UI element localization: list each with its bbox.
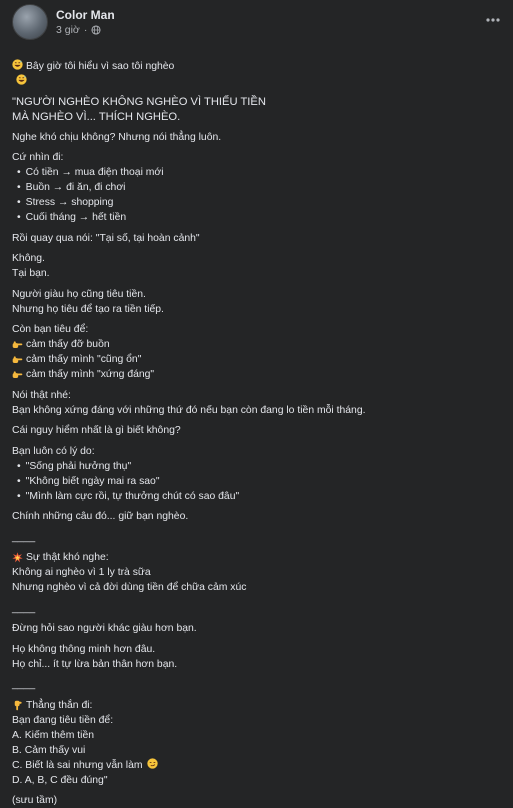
paragraph: Người giàu họ cũng tiêu tiền. Nhưng họ t… [12, 288, 164, 315]
list-item: Buồn → đi ăn, đi chơi [12, 180, 501, 195]
author-avatar[interactable] [12, 4, 48, 40]
paragraph: Rồi quay qua nói: "Tại số, tại hoàn cảnh… [12, 232, 200, 244]
backhand-index-pointing-right-emoji-icon [12, 356, 23, 363]
post-header: Color Man 3 giờ · [12, 0, 501, 42]
pointing-list: cảm thấy đỡ buồn cảm thấy mình "cũng ổn"… [12, 337, 501, 382]
bullet-list: "Sống phải hưởng thụ" "Không biết ngày m… [12, 459, 501, 504]
list-item: cảm thấy mình "xứng đáng" [12, 367, 501, 382]
list-item: Cuối tháng → hết tiền [12, 210, 501, 225]
paragraph: Không ai nghèo vì 1 ly trà sữa Nhưng ngh… [12, 567, 247, 593]
separator: ____ [12, 679, 36, 690]
paragraph: Bạn luôn có lý do: [12, 445, 95, 457]
separator: ____ [12, 602, 36, 614]
paragraph: Đừng hỏi sao người khác giàu hơn bạn. [12, 623, 197, 634]
post-title-line: Bây giờ tôi hiểu vì sao tôi nghèo [12, 44, 501, 89]
collision-emoji-icon [12, 552, 23, 563]
globe-icon [91, 24, 101, 35]
paragraph: Cứ nhìn đi: [12, 152, 64, 163]
list-item: Stress → shopping [12, 195, 501, 210]
section-title: Thẳng thắn đi: [12, 698, 501, 713]
more-horizontal-icon [486, 18, 500, 22]
grinning-sweat-emoji-icon [16, 74, 27, 85]
paragraph: Họ không thông minh hơn đâu. Họ chỉ... í… [12, 643, 178, 670]
post-card: Color Man 3 giờ · Bây giờ tôi hiểu vì sa… [0, 0, 513, 806]
paragraph: D. A, B, C đều đúng" [12, 774, 108, 786]
post-meta: Color Man 3 giờ · [56, 8, 115, 37]
paragraph: Không. Tại bạn. [12, 253, 50, 279]
backhand-index-pointing-right-emoji-icon [12, 341, 23, 348]
paragraph: Cái nguy hiểm nhất là gì biết không? [12, 425, 181, 436]
paragraph: Nói thật nhé: Bạn không xứng đáng với nh… [12, 389, 366, 416]
more-options-button[interactable] [483, 10, 503, 30]
separator: ____ [12, 531, 36, 543]
list-item: "Mình làm cực rồi, tự thưởng chút có sao… [12, 489, 501, 504]
paragraph: Nghe khó chịu không? Nhưng nói thẳng luô… [12, 131, 222, 143]
smirking-face-emoji-icon [146, 757, 158, 769]
paragraph: Chính những câu đó... giữ bạn nghèo. [12, 511, 189, 522]
list-item: cảm thấy mình "cũng ổn" [12, 352, 501, 367]
bullet-list: Có tiền → mua điện thoại mới Buồn → đi ă… [12, 165, 501, 225]
backhand-index-pointing-right-emoji-icon [12, 371, 23, 378]
backhand-index-pointing-down-emoji-icon [14, 700, 22, 710]
list-item: "Không biết ngày mai ra sao" [12, 474, 501, 489]
author-name[interactable]: Color Man [56, 8, 115, 23]
section-title: Sự thật khó nghe: [12, 550, 501, 565]
list-item: Có tiền → mua điện thoại mới [12, 165, 501, 180]
post-content: Bây giờ tôi hiểu vì sao tôi nghèo "NGƯỜI… [12, 44, 501, 808]
meta-dot: · [83, 23, 88, 36]
post-time-row: 3 giờ · [56, 23, 115, 37]
paragraph: Bạn đang tiêu tiền để: A. Kiếm thêm tiền… [12, 713, 501, 773]
post-time[interactable]: 3 giờ [56, 23, 80, 37]
list-item: cảm thấy đỡ buồn [12, 337, 501, 352]
list-item: "Sống phải hưởng thụ" [12, 459, 501, 474]
quote-heading: "NGƯỜI NGHÈO KHÔNG NGHÈO VÌ THIẾU TIỀN M… [12, 95, 266, 123]
post-title: Bây giờ tôi hiểu vì sao tôi nghèo [26, 61, 175, 72]
grinning-sweat-emoji-icon [12, 59, 23, 70]
source-note: (sưu tầm) [12, 795, 58, 806]
paragraph: Còn bạn tiêu để: [12, 324, 89, 335]
